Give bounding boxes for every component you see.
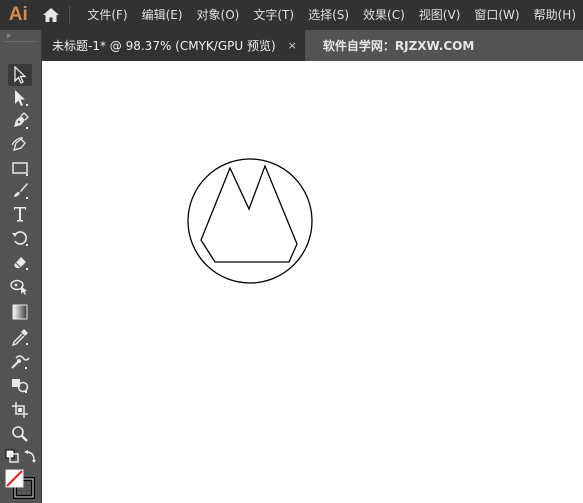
menu-file[interactable]: 文件(F) [80, 0, 134, 30]
zoom-tool-icon[interactable] [8, 423, 32, 445]
type-tool-icon[interactable] [8, 203, 32, 225]
pen-tool-icon[interactable] [8, 110, 32, 132]
curvature-tool-icon[interactable] [8, 133, 32, 155]
panel-divider [4, 41, 37, 42]
close-icon[interactable]: × [288, 39, 297, 52]
paintbrush-tool-icon[interactable] [8, 180, 32, 202]
document-tab-bar: 未标题-1* @ 98.37% (CMYK/GPU 预览) × 软件自学网：RJ… [42, 30, 583, 61]
watermark-label: 软件自学网：RJZXW.COM [322, 39, 475, 53]
eyedropper-tool-icon[interactable] [8, 326, 32, 348]
default-colors-icon[interactable] [4, 448, 20, 464]
menu-divider [69, 6, 71, 24]
menu-effect[interactable]: 效果(C) [356, 0, 412, 30]
menu-type[interactable]: 文字(T) [246, 0, 301, 30]
menu-edit[interactable]: 编辑(E) [135, 0, 190, 30]
circle-shape[interactable] [187, 158, 313, 284]
artboard-tool-icon[interactable] [8, 399, 32, 421]
mountain-shape[interactable] [200, 164, 298, 263]
menu-bar: Ai 文件(F) 编辑(E) 对象(O) 文字(T) 选择(S) 效果(C) 视… [0, 0, 583, 30]
menu-items: 文件(F) 编辑(E) 对象(O) 文字(T) 选择(S) 效果(C) 视图(V… [80, 0, 583, 30]
tools-panel: » [0, 30, 42, 503]
gradient-tool-icon[interactable] [8, 301, 32, 323]
artboard-canvas[interactable] [42, 61, 583, 503]
app-logo: Ai [8, 4, 28, 25]
eraser-tool-icon[interactable] [8, 251, 32, 273]
menu-window[interactable]: 窗口(W) [467, 0, 526, 30]
menu-select[interactable]: 选择(S) [301, 0, 356, 30]
rectangle-tool-icon[interactable] [8, 157, 32, 179]
home-button[interactable] [37, 0, 66, 30]
panel-collapse-icon[interactable]: » [0, 30, 41, 41]
direct-selection-tool-icon[interactable] [8, 87, 32, 109]
home-icon [42, 8, 59, 22]
menu-view[interactable]: 视图(V) [412, 0, 468, 30]
rotate-tool-icon[interactable] [8, 227, 32, 249]
menu-object[interactable]: 对象(O) [190, 0, 247, 30]
swap-colors-icon[interactable] [22, 448, 38, 464]
artwork[interactable] [187, 158, 315, 286]
symbol-sprayer-tool-icon[interactable] [8, 374, 32, 396]
fill-stroke-icon[interactable] [4, 468, 36, 500]
tab-watermark: 软件自学网：RJZXW.COM [305, 30, 482, 61]
tab-document-label: 未标题-1* @ 98.37% (CMYK/GPU 预览) [52, 39, 276, 53]
shape-builder-tool-icon[interactable] [8, 275, 32, 297]
blend-tool-icon[interactable] [8, 350, 32, 372]
tab-document[interactable]: 未标题-1* @ 98.37% (CMYK/GPU 预览) × [42, 30, 305, 61]
menu-help[interactable]: 帮助(H) [527, 0, 583, 30]
selection-tool-icon[interactable] [8, 64, 32, 86]
